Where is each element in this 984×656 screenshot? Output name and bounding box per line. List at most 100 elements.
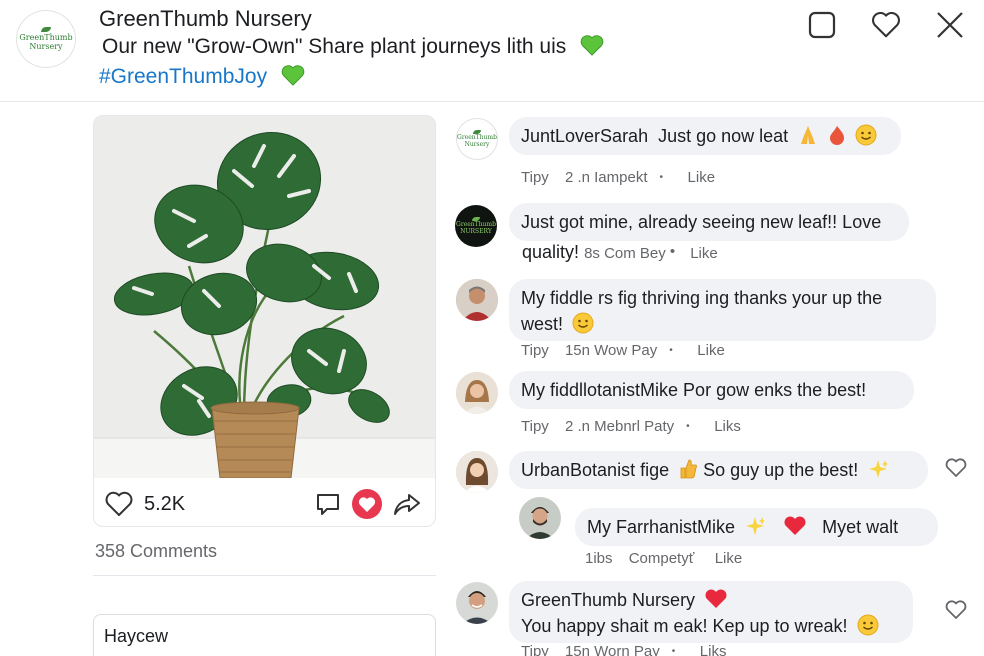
smile-emoji-icon	[855, 124, 877, 146]
avatar-text-2: NURSERY	[460, 228, 492, 235]
monstera-plant-image	[94, 116, 435, 479]
meta-time: Competyť	[628, 550, 695, 567]
like-heart-icon[interactable]	[103, 488, 135, 520]
comment-text-line1: Just got mine, already seeing new leaf!!…	[521, 212, 882, 232]
divider	[93, 575, 436, 576]
avatar[interactable]	[456, 451, 498, 493]
person-avatar-icon	[456, 372, 498, 414]
comment-text: My FarrhanistMike	[587, 517, 736, 537]
meta-time: 8s Com Bey	[584, 245, 666, 262]
comment-text: You happy shait m eak! Kep up to wreak!	[521, 616, 848, 636]
logo-text-1: GreenThumb	[19, 33, 73, 42]
like-count: 5.2K	[144, 493, 186, 515]
person-avatar-icon	[456, 582, 498, 624]
comment-bubble: JuntLoverSarah Just go now leat	[509, 117, 901, 155]
meta-label[interactable]: Tipy	[521, 643, 549, 656]
comment-text: My fiddllotanistMike Por gow enks the be…	[521, 380, 867, 400]
comment-meta: Tipy 2 .n Iampekt • Like	[521, 169, 716, 186]
comment-input-box[interactable]: Haycew	[93, 614, 436, 656]
comment-like-heart-icon[interactable]	[945, 458, 967, 478]
comment-text-after: So guy up the best!	[703, 460, 859, 480]
post-text: Our new "Grow-Own" Share plant journeys …	[102, 34, 604, 59]
meta-time: 15n Worn Pay	[564, 643, 660, 656]
avatar[interactable]	[456, 372, 498, 414]
person-avatar-icon	[456, 451, 498, 493]
green-heart-icon	[281, 65, 305, 86]
comment-text-line2-wrap: west!	[521, 311, 924, 337]
comment-meta: 1ibs Competyť Like	[585, 550, 754, 567]
comment-author[interactable]: GreenThumb Nursery	[521, 590, 695, 610]
sparkles-icon	[869, 460, 889, 478]
comment-meta: Tipy 15n Worn Pay • Liks	[521, 643, 738, 656]
comment-continuation: quality! 8s Com Bey • Like	[522, 242, 718, 262]
smile-emoji-icon	[572, 312, 594, 334]
save-icon[interactable]	[807, 10, 837, 40]
sparkles-icon	[746, 517, 766, 535]
comment-meta: Tipy 2 .n Mebnrl Paty • Liks	[521, 418, 741, 435]
love-reaction-icon[interactable]	[351, 488, 383, 520]
meta-time: 2 .n Iampekt	[564, 169, 648, 186]
folded-hands-icon	[801, 126, 816, 144]
comment-author-line: GreenThumb Nursery	[521, 587, 901, 613]
meta-label[interactable]: Tipy	[521, 169, 549, 186]
comment-text-after: Myet walt	[822, 517, 899, 537]
comments-count[interactable]: 358 Comments	[95, 541, 217, 562]
comment-text: Just go now leat	[658, 126, 789, 146]
page-name[interactable]: GreenThumb Nursery	[99, 6, 312, 32]
fire-icon	[830, 126, 845, 145]
green-heart-icon	[580, 35, 604, 56]
like-link[interactable]: Like	[697, 342, 725, 359]
red-heart-icon	[705, 589, 727, 608]
smile-emoji-icon	[857, 614, 879, 636]
input-label: Haycew	[104, 626, 169, 646]
post-card: 5.2K	[93, 115, 436, 527]
comment-meta: Tipy 15n Wow Pay • Like	[521, 342, 725, 359]
avatar-text-1: GreenThumb	[457, 134, 497, 141]
avatar-text-2: Nursery	[464, 141, 490, 148]
comment-bubble: My fiddle rs fig thriving ing thanks you…	[509, 279, 936, 341]
post-text-body: Our new "Grow-Own" Share plant journeys …	[102, 35, 567, 58]
comment-bubble: My fiddllotanistMike Por gow enks the be…	[509, 371, 914, 409]
page-logo[interactable]: GreenThumb Nursery	[16, 10, 76, 68]
comment-text-line2: quality!	[522, 242, 580, 262]
meta-time: 2 .n Mebnrl Paty	[564, 418, 675, 435]
meta-time: 15n Wow Pay	[564, 342, 658, 359]
meta-label[interactable]: 1ibs	[585, 550, 613, 567]
meta-label[interactable]: Tipy	[521, 418, 549, 435]
person-avatar-icon	[456, 279, 498, 321]
plant-photo[interactable]	[94, 116, 435, 479]
avatar-text-1: GreenThumb	[456, 221, 496, 228]
comment-text-wrap: You happy shait m eak! Kep up to wreak!	[521, 613, 901, 639]
like-link[interactable]: Liks	[700, 643, 727, 656]
avatar[interactable]	[456, 582, 498, 624]
post-hashtag[interactable]: #GreenThumbJoy	[99, 64, 305, 89]
share-icon[interactable]	[391, 488, 423, 520]
like-link[interactable]: Like	[688, 169, 716, 186]
red-heart-icon	[784, 516, 806, 535]
reply-bubble: My FarrhanistMike Myet walt	[575, 508, 938, 546]
leaf-icon	[41, 27, 51, 32]
avatar[interactable]: GreenThumb Nursery	[456, 118, 498, 160]
comment-author[interactable]: JuntLoverSarah	[521, 126, 648, 146]
post-actions: 5.2K	[94, 478, 435, 526]
avatar[interactable]	[519, 497, 561, 539]
comment-bubble: UrbanBotanist fige So guy up the best!	[509, 451, 928, 489]
avatar[interactable]: GreenThumb NURSERY	[455, 205, 497, 247]
like-link[interactable]: Liks	[714, 418, 741, 435]
post-header: GreenThumb Nursery GreenThumb Nursery Ou…	[0, 0, 984, 102]
comment-like-heart-icon[interactable]	[945, 600, 967, 620]
logo-text-2: Nursery	[29, 42, 63, 51]
close-icon[interactable]	[935, 10, 965, 40]
like-link[interactable]: Like	[715, 550, 743, 567]
comment-text-line2: west!	[521, 314, 564, 334]
meta-label[interactable]: Tipy	[521, 342, 549, 359]
heart-icon[interactable]	[871, 10, 901, 40]
comment-icon[interactable]	[312, 488, 344, 520]
person-avatar-icon	[519, 497, 561, 539]
comment-text: UrbanBotanist fige	[521, 460, 670, 480]
hashtag-text[interactable]: #GreenThumbJoy	[99, 65, 267, 88]
thumbs-up-icon	[680, 459, 698, 479]
like-link[interactable]: Like	[690, 245, 718, 262]
comment-text-line1: My fiddle rs fig thriving ing thanks you…	[521, 288, 883, 308]
avatar[interactable]	[456, 279, 498, 321]
